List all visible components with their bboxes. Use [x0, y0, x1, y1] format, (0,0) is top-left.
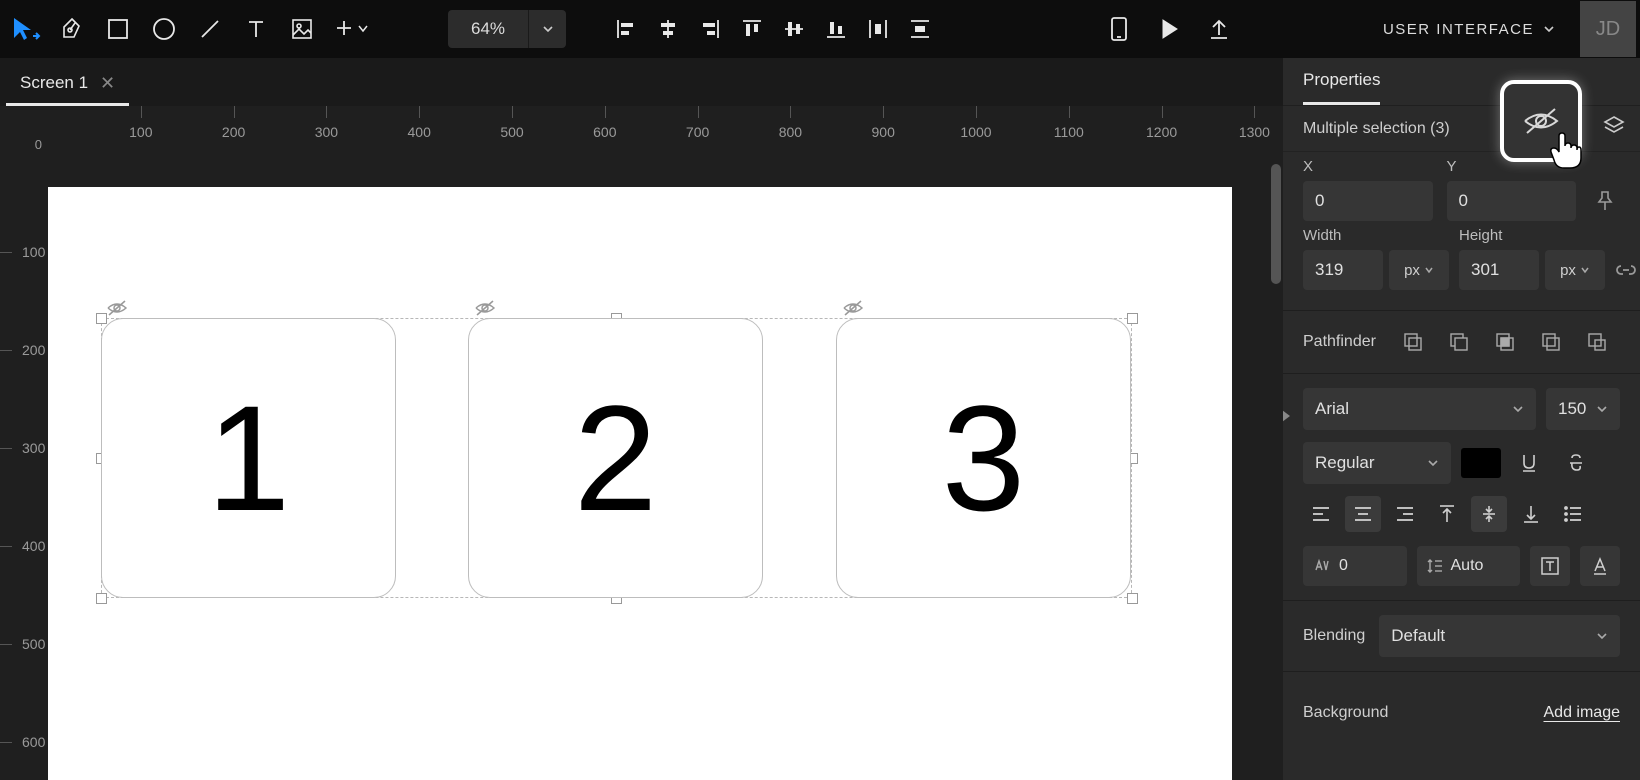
- pathfinder-subtract[interactable]: [1442, 325, 1476, 359]
- align-v-center[interactable]: [774, 7, 814, 51]
- pathfinder-exclude[interactable]: [1534, 325, 1568, 359]
- line-tool[interactable]: [188, 7, 232, 51]
- align-bottom[interactable]: [816, 7, 856, 51]
- hidden-icon: [474, 299, 496, 317]
- tab-label: Screen 1: [20, 73, 88, 93]
- distribute-v[interactable]: [900, 7, 940, 51]
- align-top[interactable]: [732, 7, 772, 51]
- card-1-number: 1: [207, 383, 290, 533]
- project-name-label: USER INTERFACE: [1383, 21, 1534, 38]
- upload-button[interactable]: [1197, 7, 1241, 51]
- zoom-dropdown[interactable]: [528, 10, 566, 48]
- card-1[interactable]: 1: [101, 318, 396, 598]
- panel-tab-properties[interactable]: Properties: [1303, 58, 1380, 105]
- blending-dropdown[interactable]: Default: [1379, 615, 1620, 657]
- pathfinder-intersect[interactable]: [1488, 325, 1522, 359]
- text-tool[interactable]: [234, 7, 278, 51]
- play-button[interactable]: [1147, 7, 1191, 51]
- text-valign-bottom[interactable]: [1513, 496, 1549, 532]
- card-2[interactable]: 2: [468, 318, 763, 598]
- toggle-visibility-button[interactable]: [1500, 80, 1582, 162]
- align-left[interactable]: [606, 7, 646, 51]
- text-align-right[interactable]: [1387, 496, 1423, 532]
- device-preview[interactable]: [1097, 7, 1141, 51]
- width-input[interactable]: 319: [1303, 250, 1383, 290]
- text-decoration-button[interactable]: [1580, 546, 1620, 586]
- text-valign-top[interactable]: [1429, 496, 1465, 532]
- pathfinder-label: Pathfinder: [1303, 333, 1376, 351]
- link-dimensions-icon[interactable]: [1615, 250, 1637, 290]
- card-3[interactable]: 3: [836, 318, 1131, 598]
- vertical-ruler: 100200300400500600: [0, 154, 48, 780]
- align-right[interactable]: [690, 7, 730, 51]
- select-tool[interactable]: [4, 7, 48, 51]
- zoom-control[interactable]: 64%: [448, 10, 566, 48]
- selection-handle-tr[interactable]: [1127, 313, 1138, 324]
- blending-label: Blending: [1303, 627, 1365, 645]
- text-color-swatch[interactable]: [1461, 448, 1501, 478]
- hidden-icon: [106, 299, 128, 317]
- text-valign-middle[interactable]: [1471, 496, 1507, 532]
- hidden-icon: [842, 299, 864, 317]
- selection-handle-bl[interactable]: [96, 593, 107, 604]
- background-label: Background: [1303, 704, 1388, 722]
- height-input[interactable]: 301: [1459, 250, 1539, 290]
- user-avatar[interactable]: JD: [1580, 1, 1636, 57]
- zoom-value[interactable]: 64%: [448, 19, 528, 39]
- text-align-center[interactable]: [1345, 496, 1381, 532]
- properties-panel: Properties Multiple selection (3) X 0 Y …: [1283, 58, 1640, 780]
- vertical-scrollbar[interactable]: [1271, 164, 1281, 284]
- selection-title: Multiple selection (3): [1303, 120, 1450, 138]
- line-height-input[interactable]: Auto: [1417, 546, 1521, 586]
- layers-icon[interactable]: [1602, 114, 1626, 138]
- font-size-dropdown[interactable]: 150: [1546, 388, 1620, 430]
- strikethrough-button[interactable]: [1557, 445, 1593, 481]
- canvas-area: 0 10020030040050060070080090010001100120…: [0, 106, 1283, 780]
- list-button[interactable]: [1555, 496, 1591, 532]
- pin-position-icon[interactable]: [1590, 181, 1620, 221]
- letter-spacing-input[interactable]: 0: [1303, 546, 1407, 586]
- pathfinder-divide[interactable]: [1580, 325, 1614, 359]
- panel-tabbar: Properties: [1283, 58, 1640, 106]
- tab-close-icon[interactable]: ✕: [100, 74, 115, 92]
- selection-handle-br[interactable]: [1127, 593, 1138, 604]
- distribute-h[interactable]: [858, 7, 898, 51]
- align-h-center[interactable]: [648, 7, 688, 51]
- height-unit-dropdown[interactable]: px: [1545, 250, 1605, 290]
- font-family-dropdown[interactable]: Arial: [1303, 388, 1536, 430]
- pathfinder-union[interactable]: [1396, 325, 1430, 359]
- rectangle-tool[interactable]: [96, 7, 140, 51]
- card-2-number: 2: [574, 383, 657, 533]
- height-label: Height: [1459, 227, 1605, 244]
- tab-screen-1[interactable]: Screen 1 ✕: [6, 63, 129, 106]
- card-3-number: 3: [942, 383, 1025, 533]
- text-align-left[interactable]: [1303, 496, 1339, 532]
- canvas-viewport[interactable]: 1 2 3: [48, 154, 1283, 780]
- width-label: Width: [1303, 227, 1449, 244]
- x-input[interactable]: 0: [1303, 181, 1433, 221]
- underline-button[interactable]: [1511, 445, 1547, 481]
- ruler-origin: 0: [0, 106, 48, 154]
- width-unit-dropdown[interactable]: px: [1389, 250, 1449, 290]
- pen-tool[interactable]: [50, 7, 94, 51]
- x-label: X: [1303, 158, 1433, 175]
- y-input[interactable]: 0: [1447, 181, 1577, 221]
- image-tool[interactable]: [280, 7, 324, 51]
- artboard[interactable]: 1 2 3: [48, 187, 1232, 780]
- ellipse-tool[interactable]: [142, 7, 186, 51]
- top-toolbar: 64% USER INTERFACE JD: [0, 0, 1640, 58]
- project-name-dropdown[interactable]: USER INTERFACE: [1373, 21, 1566, 38]
- add-tool[interactable]: [326, 7, 378, 51]
- horizontal-ruler: 1002003004005006007008009001000110012001…: [48, 106, 1283, 154]
- panel-expand-icon[interactable]: [1283, 408, 1292, 424]
- add-image-link[interactable]: Add image: [1544, 704, 1621, 722]
- text-box-button[interactable]: [1530, 546, 1570, 586]
- font-weight-dropdown[interactable]: Regular: [1303, 442, 1451, 484]
